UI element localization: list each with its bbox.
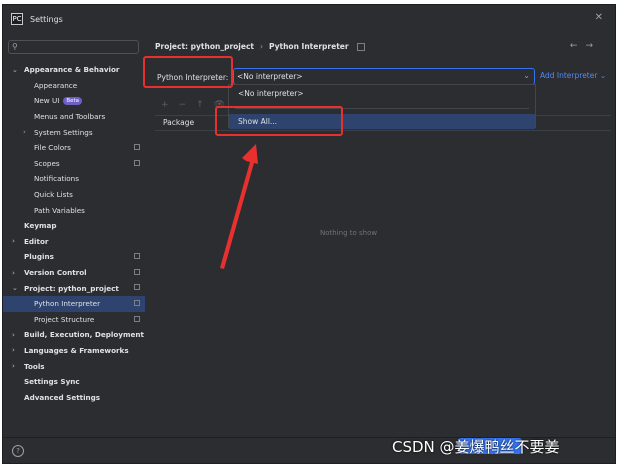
watermark: CSDN @姜爆鸭丝不要姜 bbox=[392, 438, 560, 456]
annotation-arrow bbox=[220, 144, 258, 269]
